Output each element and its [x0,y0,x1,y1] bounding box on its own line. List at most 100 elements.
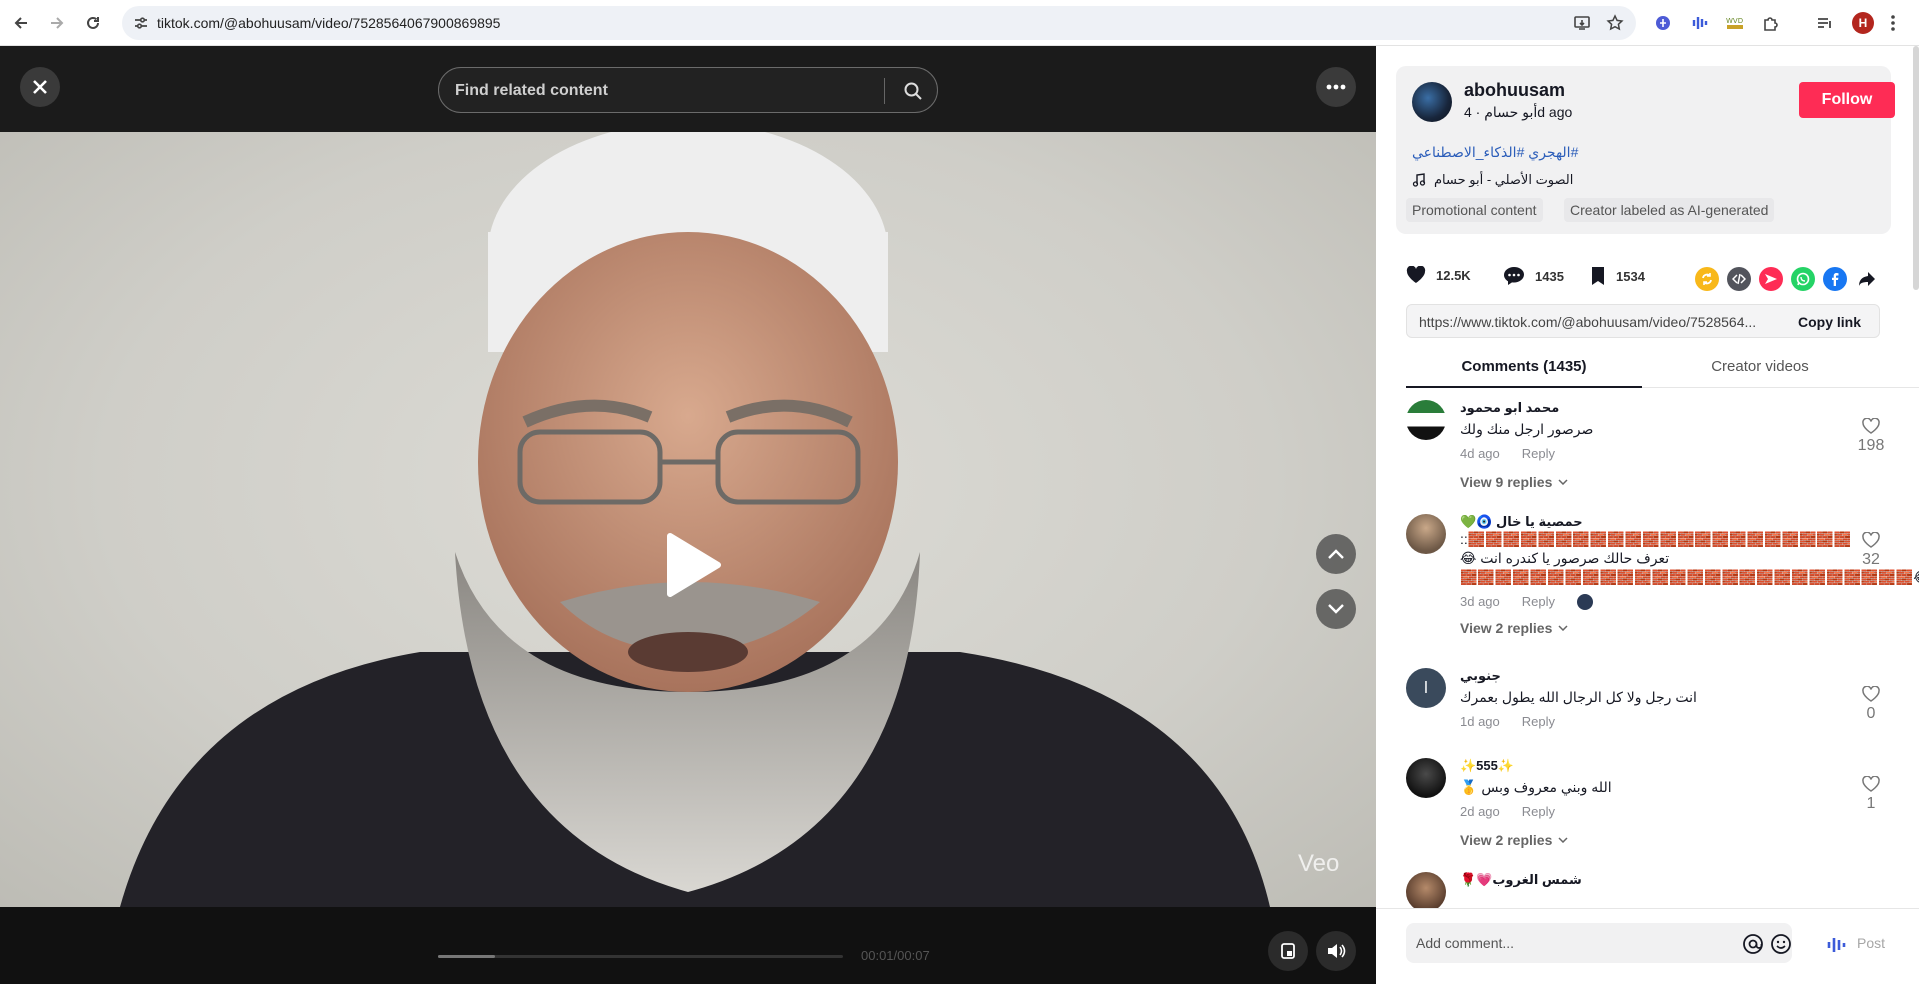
comment-text-line-2: تعرف حالك صرصور يا كندره انت 😂 [1460,550,1670,566]
repost-button[interactable] [1695,267,1719,291]
heart-icon [1406,266,1426,283]
author-username[interactable]: abohuusam [1464,80,1565,101]
search-button[interactable] [899,78,927,104]
view-replies-button[interactable]: View 9 replies [1460,474,1568,490]
panel-scrollbar[interactable] [1913,46,1919,290]
video-frame[interactable]: Veo [0,132,1376,907]
reply-button[interactable]: Reply [1522,804,1555,819]
next-video-button[interactable] [1316,589,1356,629]
heart-outline-icon [1862,532,1880,548]
comment-item: محمد ابو محمود صرصور ارجل منك ولك 4d ago… [1406,400,1886,490]
comment-icon [1504,267,1524,285]
commenter-name[interactable]: شمس الغروب💗🌹 [1460,872,1582,888]
chevron-down-icon [1558,625,1568,631]
comment-like-button[interactable]: 32 [1856,532,1886,569]
music-link[interactable]: الصوت الأصلي - أبو حسام [1412,172,1573,188]
heart-outline-icon [1862,776,1880,792]
author-avatar[interactable] [1412,82,1452,122]
comment-like-button[interactable]: 1 [1856,776,1886,813]
tab-creator-videos[interactable]: Creator videos [1642,358,1878,375]
reply-button[interactable]: Reply [1522,714,1555,729]
back-icon[interactable] [10,12,32,34]
media-control-icon[interactable] [1814,12,1836,34]
comment-count: 1435 [1535,268,1564,284]
extension-wvd-icon[interactable]: WVD [1724,12,1746,34]
profile-avatar[interactable]: H [1852,12,1874,34]
voice-extension-icon[interactable] [1825,933,1847,957]
music-note-icon [1412,173,1426,187]
commenter-name[interactable]: حمصية يا خال 🧿💚 [1460,514,1583,530]
install-icon[interactable] [1573,14,1591,32]
send-friends-button[interactable] [1759,267,1783,291]
panel-tabs: Comments (1435) Creator videos [1406,346,1919,388]
more-options-button[interactable] [1316,67,1356,107]
commenter-name[interactable]: جنوبي [1460,668,1501,684]
comment-list: محمد ابو محمود صرصور ارجل منك ولك 4d ago… [1376,396,1919,908]
extensions-puzzle-icon[interactable] [1760,12,1782,34]
reply-button[interactable]: Reply [1522,446,1555,461]
progress-bar[interactable] [438,955,843,958]
commenter-name[interactable]: ✨555✨ [1460,758,1514,774]
tab-comments[interactable]: Comments (1435) [1406,358,1642,388]
address-bar[interactable]: tiktok.com/@abohuusam/video/752856406790… [122,6,1636,40]
related-search-input[interactable]: Find related content [438,67,938,113]
search-divider [884,78,885,104]
reload-icon[interactable] [82,12,104,34]
comment-meta: 3d ago Reply [1460,594,1594,610]
like-button[interactable]: 12.5K [1406,266,1471,284]
commenter-avatar[interactable]: ا [1406,668,1446,708]
view-replies-button[interactable]: View 2 replies [1460,620,1568,636]
view-replies-label: View 2 replies [1460,832,1553,848]
facebook-share-button[interactable] [1823,267,1847,291]
comment-like-count: 1 [1866,795,1876,812]
close-button[interactable] [20,67,60,107]
action-bar: 12.5K 1435 1534 [1376,258,1919,298]
volume-button[interactable] [1316,931,1356,971]
view-replies-label: View 9 replies [1460,474,1553,490]
floating-player-button[interactable] [1268,931,1308,971]
commenter-avatar[interactable] [1406,514,1446,554]
browser-toolbar: tiktok.com/@abohuusam/video/752856406790… [0,0,1919,46]
bookmark-star-icon[interactable] [1606,14,1624,32]
copy-link-button[interactable]: Copy link [1798,314,1861,330]
play-icon[interactable] [662,532,722,598]
comment-like-button[interactable]: 0 [1856,686,1886,723]
hashtags[interactable]: #الهجري #الذكاء_الاصطناعي [1412,144,1578,161]
commenter-avatar[interactable] [1406,400,1446,440]
add-comment-input[interactable]: Add comment... [1406,923,1792,963]
reply-button[interactable]: Reply [1522,594,1555,610]
comment-like-count: 0 [1866,705,1876,722]
commenter-name[interactable]: محمد ابو محمود [1460,400,1559,416]
forward-icon[interactable] [46,12,68,34]
video-link-field[interactable]: https://www.tiktok.com/@abohuusam/video/… [1406,304,1880,338]
comment-meta: 1d ago Reply [1460,714,1555,729]
commenter-avatar[interactable] [1406,758,1446,798]
comment-button[interactable]: 1435 [1503,266,1564,286]
commenter-avatar[interactable] [1406,872,1446,908]
more-dots-icon [1326,84,1346,90]
video-player: Find related content Veo 00:01/00:07 [0,46,1376,984]
bookmark-icon [1592,267,1604,285]
extension-audio-icon[interactable] [1688,12,1710,34]
comment-like-button[interactable]: 198 [1856,418,1886,455]
menu-dots-icon[interactable] [1882,12,1904,34]
repost-icon [1702,273,1712,285]
creator-liked-avatar [1577,594,1594,610]
post-comment-button[interactable]: Post [1857,935,1885,951]
more-share-button[interactable] [1855,267,1879,291]
send-icon [1765,274,1777,284]
comment-placeholder: Add comment... [1416,935,1515,951]
whatsapp-share-button[interactable] [1791,267,1815,291]
embed-button[interactable] [1727,267,1751,291]
save-button[interactable]: 1534 [1590,266,1645,286]
emoji-icon[interactable] [1770,933,1792,955]
follow-button[interactable]: Follow [1799,82,1895,118]
previous-video-button[interactable] [1316,534,1356,574]
mention-icon[interactable] [1742,933,1764,955]
like-count: 12.5K [1436,267,1471,283]
view-replies-button[interactable]: View 2 replies [1460,832,1568,848]
comment-like-count: 198 [1857,437,1885,454]
site-info-icon[interactable] [132,14,150,32]
extension-shield-icon[interactable] [1652,12,1674,34]
volume-icon [1328,944,1346,958]
